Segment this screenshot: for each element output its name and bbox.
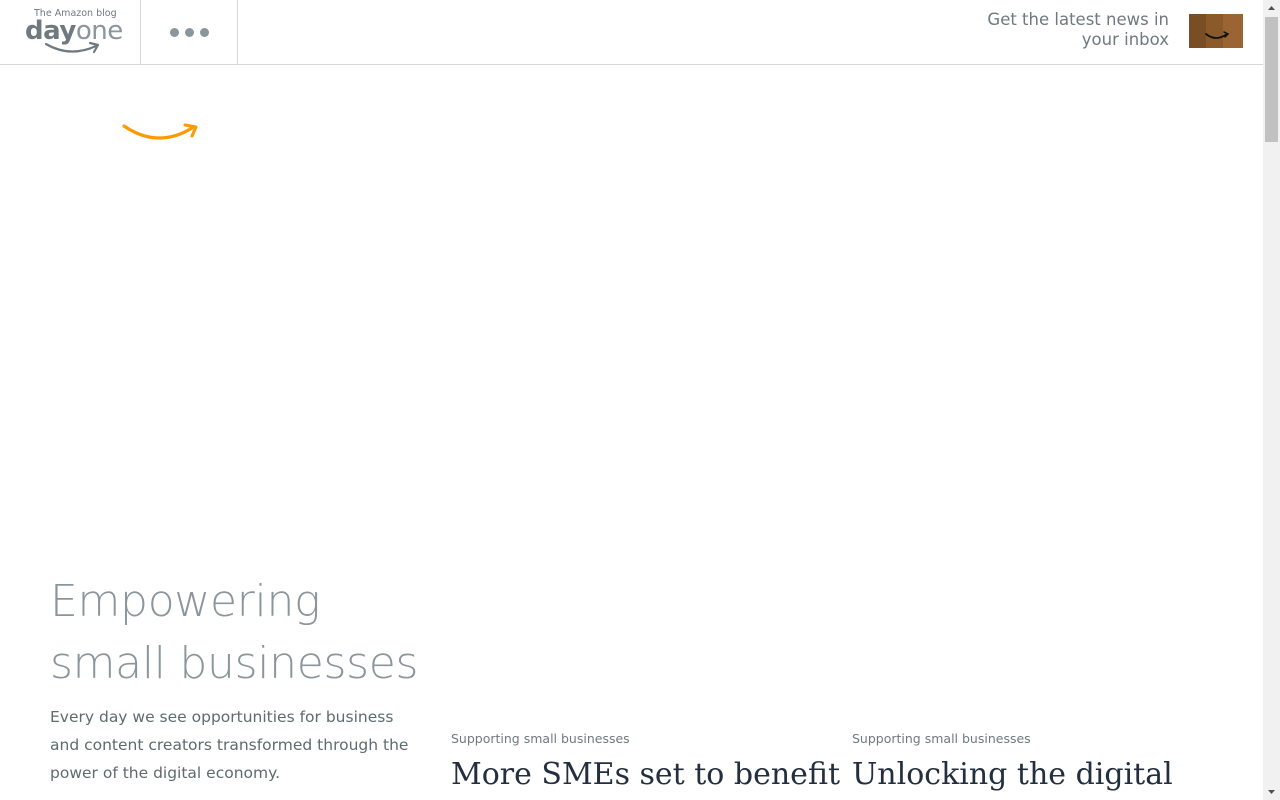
page-scrollbar[interactable] xyxy=(1263,0,1280,800)
article-title[interactable]: Unlocking the digital xyxy=(852,755,1232,795)
article-card[interactable]: Supporting small businesses More SMEs se… xyxy=(451,729,840,795)
section-description: Every day we see opportunities for busin… xyxy=(50,708,409,782)
scroll-down-arrow-icon[interactable] xyxy=(1263,783,1280,800)
article-category[interactable]: Supporting small businesses xyxy=(852,729,1232,749)
logo-smile-icon xyxy=(44,41,100,54)
article-category[interactable]: Supporting small businesses xyxy=(451,729,831,749)
site-header: The Amazon blog dayone Get the latest ne… xyxy=(0,0,1263,65)
section-title: Empowering small businesses xyxy=(50,576,419,689)
article-card[interactable]: Supporting small businesses Unlocking th… xyxy=(852,729,1232,795)
dayone-logo[interactable]: The Amazon blog dayone xyxy=(0,0,141,64)
amazon-box-icon[interactable] xyxy=(1189,14,1243,48)
more-menu-button[interactable] xyxy=(141,0,238,64)
more-dots-icon xyxy=(184,27,194,37)
newsletter-signup-link[interactable]: Get the latest news in your inbox xyxy=(969,10,1169,50)
more-dots-icon xyxy=(169,27,179,37)
more-dots-icon xyxy=(199,27,209,37)
amazon-smile-icon xyxy=(122,123,198,140)
article-title[interactable]: More SMEs set to benefit xyxy=(451,755,840,795)
scrollbar-thumb[interactable] xyxy=(1265,17,1278,142)
scroll-up-arrow-icon[interactable] xyxy=(1263,0,1280,17)
